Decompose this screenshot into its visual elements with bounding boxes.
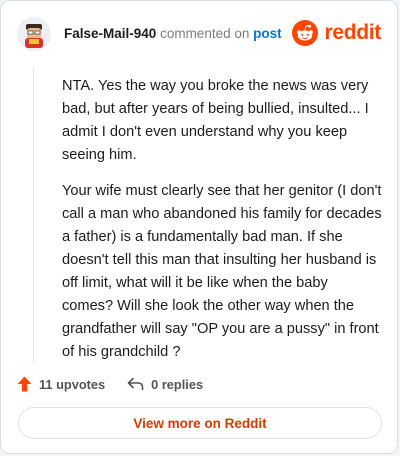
comment-header: False-Mail-940 commented on post reddit xyxy=(17,17,381,53)
comment-body: NTA. Yes the way you broke the news was … xyxy=(62,75,382,377)
user-avatar[interactable] xyxy=(17,17,51,51)
upvote-arrow-icon xyxy=(17,376,32,392)
comment-paragraph: NTA. Yes the way you broke the news was … xyxy=(62,78,369,163)
comment-actions: 11 upvotes 0 replies xyxy=(17,373,203,395)
reddit-logo-icon xyxy=(292,20,319,46)
username-link[interactable]: False-Mail-940 xyxy=(64,26,156,41)
comment-meta: False-Mail-940 commented on post xyxy=(64,26,282,41)
reply-count: 0 replies xyxy=(151,376,204,392)
reddit-wordmark: reddit xyxy=(324,21,381,44)
commented-on-text: commented on xyxy=(160,26,250,41)
comment-paragraph: Your wife must clearly see that her geni… xyxy=(62,183,382,360)
reply-arrow-icon xyxy=(127,377,144,391)
replies-button[interactable]: 0 replies xyxy=(127,377,203,392)
post-link[interactable]: post xyxy=(253,26,282,41)
upvote-count: 11 upvotes xyxy=(39,376,106,392)
avatar-icon xyxy=(17,17,51,51)
reddit-brand[interactable]: reddit xyxy=(292,19,381,47)
thread-line xyxy=(33,67,34,363)
comment-embed-card: False-Mail-940 commented on post reddit … xyxy=(0,0,398,454)
upvote-button[interactable]: 11 upvotes xyxy=(17,376,105,392)
view-more-button[interactable]: View more on Reddit xyxy=(18,407,382,439)
